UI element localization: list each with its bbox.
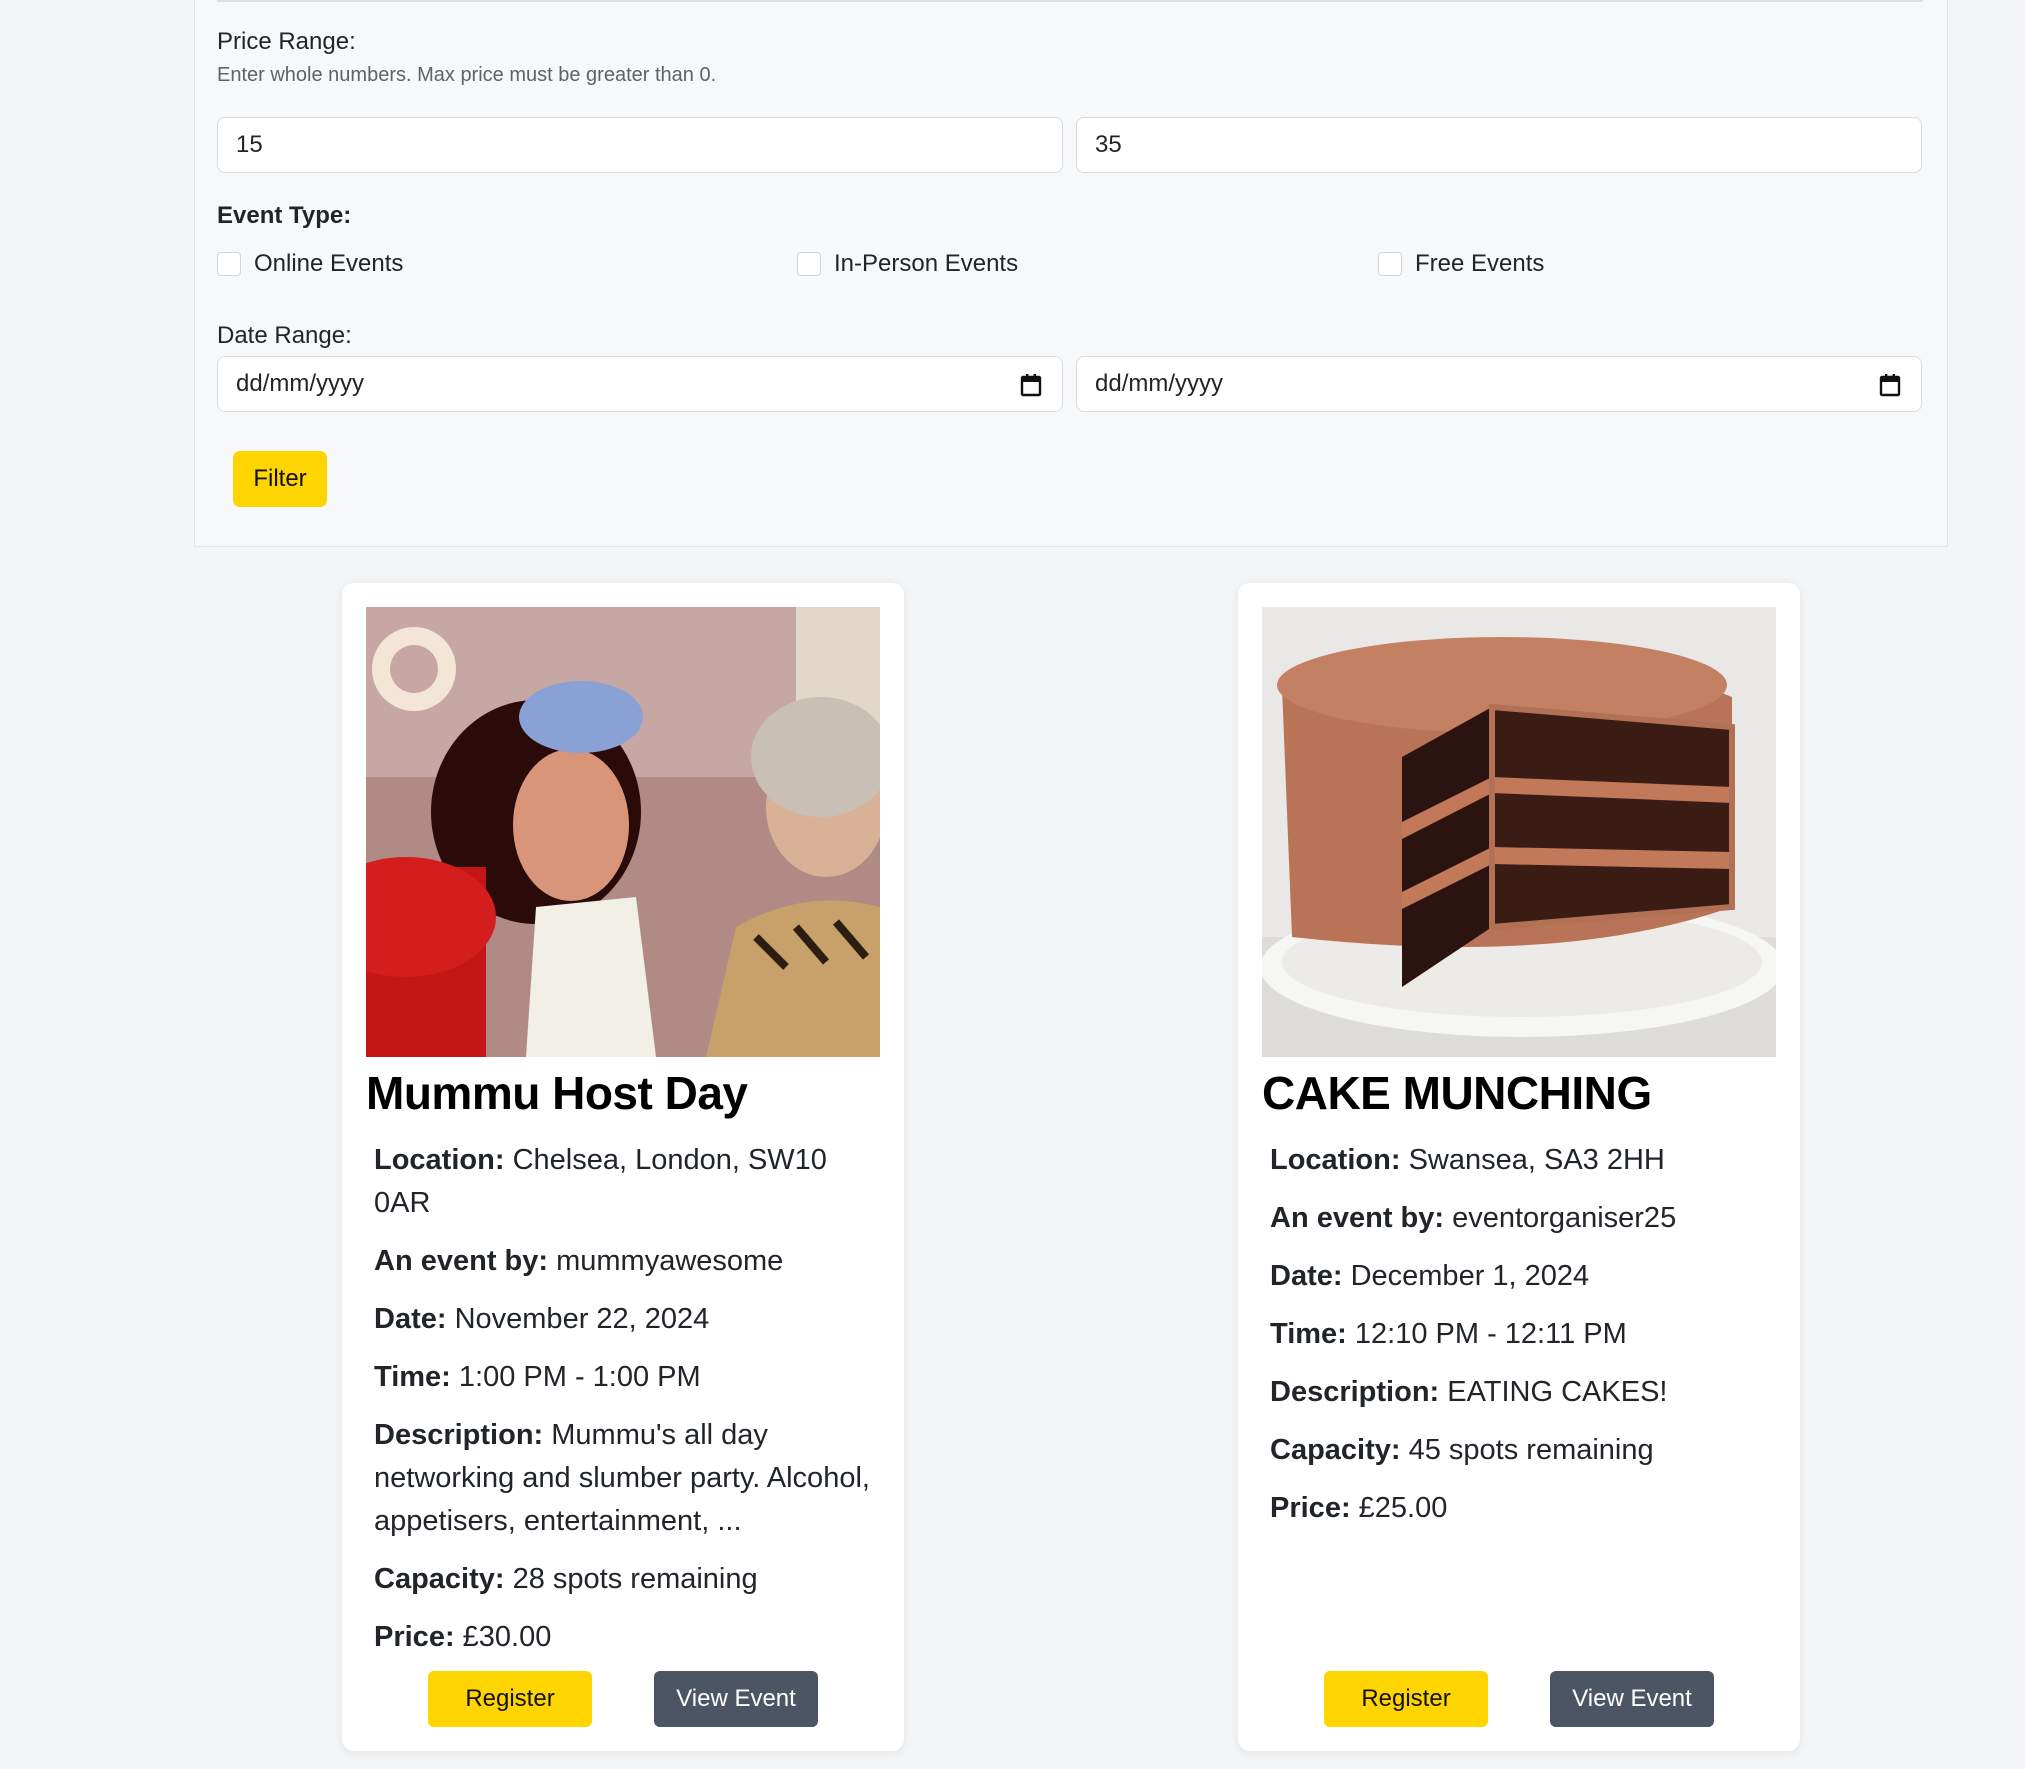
capacity-value: 28 spots remaining bbox=[512, 1563, 758, 1595]
event-location: Location: Swansea, SA3 2HH bbox=[1270, 1139, 1780, 1182]
calendar-icon[interactable] bbox=[1879, 373, 1901, 397]
view-event-button[interactable]: View Event bbox=[1550, 1671, 1714, 1727]
capacity-label: Capacity: bbox=[374, 1563, 505, 1595]
event-description: Description: Mummu's all day networking … bbox=[374, 1414, 884, 1543]
in-person-events-label: In-Person Events bbox=[834, 250, 1019, 277]
divider bbox=[217, 0, 1923, 2]
organiser-value: eventorganiser25 bbox=[1452, 1202, 1677, 1234]
description-value: EATING CAKES! bbox=[1447, 1376, 1668, 1408]
date-value: November 22, 2024 bbox=[454, 1303, 710, 1335]
end-date-value: dd/mm/yyyy bbox=[1095, 370, 1224, 397]
event-capacity: Capacity: 28 spots remaining bbox=[374, 1558, 884, 1601]
event-organiser: An event by: eventorganiser25 bbox=[1270, 1197, 1780, 1240]
online-events-option[interactable]: Online Events bbox=[217, 250, 403, 278]
filter-panel: Price Range: Enter whole numbers. Max pr… bbox=[194, 0, 1948, 547]
event-image bbox=[366, 607, 880, 1057]
event-organiser: An event by: mummyawesome bbox=[374, 1240, 884, 1283]
date-value: December 1, 2024 bbox=[1350, 1260, 1590, 1292]
event-description: Description: EATING CAKES! bbox=[1270, 1371, 1780, 1414]
event-capacity: Capacity: 45 spots remaining bbox=[1270, 1429, 1780, 1472]
register-button[interactable]: Register bbox=[1324, 1671, 1488, 1727]
organiser-value: mummyawesome bbox=[556, 1245, 784, 1277]
date-label: Date: bbox=[374, 1303, 447, 1335]
event-title: CAKE MUNCHING bbox=[1262, 1067, 1652, 1119]
price-value: £30.00 bbox=[462, 1621, 552, 1653]
price-range-help: Enter whole numbers. Max price must be g… bbox=[217, 64, 717, 86]
time-value: 1:00 PM - 1:00 PM bbox=[458, 1361, 701, 1393]
location-label: Location: bbox=[374, 1144, 505, 1176]
event-type-label: Event Type: bbox=[217, 202, 352, 229]
price-range-label: Price Range: bbox=[217, 28, 356, 55]
event-details: Location: Swansea, SA3 2HH An event by: … bbox=[1270, 1139, 1780, 1545]
event-card: CAKE MUNCHING Location: Swansea, SA3 2HH… bbox=[1238, 583, 1800, 1751]
event-time: Time: 1:00 PM - 1:00 PM bbox=[374, 1356, 884, 1399]
in-person-events-checkbox[interactable] bbox=[797, 252, 821, 276]
organiser-label: An event by: bbox=[374, 1245, 549, 1277]
location-label: Location: bbox=[1270, 1144, 1401, 1176]
capacity-label: Capacity: bbox=[1270, 1434, 1401, 1466]
event-time: Time: 12:10 PM - 12:11 PM bbox=[1270, 1313, 1780, 1356]
filter-button[interactable]: Filter bbox=[233, 451, 327, 507]
time-value: 12:10 PM - 12:11 PM bbox=[1354, 1318, 1627, 1350]
event-image bbox=[1262, 607, 1776, 1057]
free-events-option[interactable]: Free Events bbox=[1378, 250, 1544, 278]
free-events-label: Free Events bbox=[1415, 250, 1545, 277]
date-label: Date: bbox=[1270, 1260, 1343, 1292]
event-date: Date: November 22, 2024 bbox=[374, 1298, 884, 1341]
start-date-value: dd/mm/yyyy bbox=[236, 370, 365, 397]
online-events-checkbox[interactable] bbox=[217, 252, 241, 276]
description-label: Description: bbox=[374, 1419, 544, 1451]
event-card: Mummu Host Day Location: Chelsea, London… bbox=[342, 583, 904, 1751]
min-price-input[interactable]: 15 bbox=[217, 117, 1063, 173]
online-events-label: Online Events bbox=[254, 250, 404, 277]
capacity-value: 45 spots remaining bbox=[1408, 1434, 1654, 1466]
time-label: Time: bbox=[1270, 1318, 1347, 1350]
date-range-label: Date Range: bbox=[217, 322, 352, 349]
event-location: Location: Chelsea, London, SW10 0AR bbox=[374, 1139, 844, 1225]
view-event-button[interactable]: View Event bbox=[654, 1671, 818, 1727]
calendar-icon[interactable] bbox=[1020, 373, 1042, 397]
price-label: Price: bbox=[374, 1621, 455, 1653]
location-value: Swansea, SA3 2HH bbox=[1408, 1144, 1665, 1176]
in-person-events-option[interactable]: In-Person Events bbox=[797, 250, 1018, 278]
price-label: Price: bbox=[1270, 1492, 1351, 1524]
event-details: Location: Chelsea, London, SW10 0AR An e… bbox=[374, 1139, 884, 1674]
end-date-input[interactable]: dd/mm/yyyy bbox=[1076, 356, 1922, 412]
event-title: Mummu Host Day bbox=[366, 1067, 748, 1119]
event-price: Price: £25.00 bbox=[1270, 1487, 1780, 1530]
event-date: Date: December 1, 2024 bbox=[1270, 1255, 1780, 1298]
register-button[interactable]: Register bbox=[428, 1671, 592, 1727]
free-events-checkbox[interactable] bbox=[1378, 252, 1402, 276]
event-price: Price: £30.00 bbox=[374, 1616, 884, 1659]
price-value: £25.00 bbox=[1358, 1492, 1448, 1524]
organiser-label: An event by: bbox=[1270, 1202, 1445, 1234]
start-date-input[interactable]: dd/mm/yyyy bbox=[217, 356, 1063, 412]
max-price-input[interactable]: 35 bbox=[1076, 117, 1922, 173]
description-label: Description: bbox=[1270, 1376, 1440, 1408]
time-label: Time: bbox=[374, 1361, 451, 1393]
